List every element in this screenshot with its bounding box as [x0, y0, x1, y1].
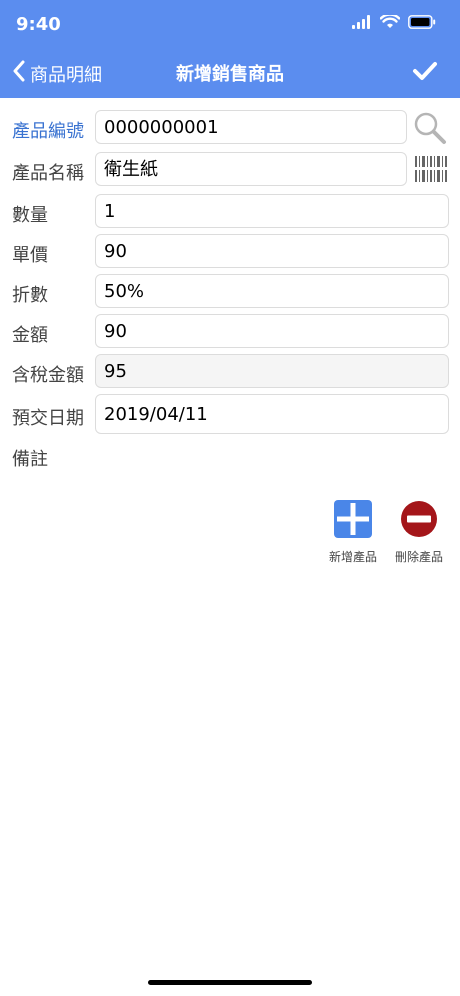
amount-label: 金額	[12, 325, 48, 346]
plus-icon	[334, 500, 372, 542]
unit-price-label: 單價	[12, 245, 48, 266]
row-product-name: 產品名稱 衛生紙	[0, 152, 460, 192]
status-icons	[352, 13, 436, 33]
row-due-date: 預交日期 2019/04/11	[0, 394, 460, 434]
status-time: 9:40	[16, 14, 61, 35]
minus-circle-icon	[400, 501, 438, 542]
amount-with-tax-label: 含稅金額	[12, 365, 84, 386]
checkmark-icon	[412, 62, 438, 86]
search-icon[interactable]	[412, 110, 448, 150]
quantity-label: 數量	[12, 205, 48, 226]
add-product-label: 新增產品	[328, 550, 377, 564]
home-indicator[interactable]	[148, 980, 312, 985]
product-name-label: 產品名稱	[12, 163, 84, 184]
remarks-label: 備註	[12, 449, 48, 470]
amount-with-tax-field: 95	[95, 354, 449, 388]
remarks-field[interactable]	[95, 438, 449, 472]
row-quantity: 數量 1	[0, 194, 460, 234]
product-name-field[interactable]: 衛生紙	[95, 152, 407, 186]
discount-label: 折數	[12, 285, 48, 306]
unit-price-field[interactable]: 90	[95, 234, 449, 268]
due-date-field[interactable]: 2019/04/11	[95, 394, 449, 434]
row-product-code: 產品編號 0000000001	[0, 110, 460, 150]
row-unit-price: 單價 90	[0, 234, 460, 274]
barcode-icon[interactable]	[414, 154, 448, 188]
row-remarks: 備註	[0, 438, 460, 478]
discount-field[interactable]: 50%	[95, 274, 449, 308]
add-product-button[interactable]: 新增產品	[322, 500, 384, 565]
app-header: 9:40 商品明細 新增銷售商品	[0, 0, 460, 98]
delete-product-label: 刪除產品	[394, 550, 443, 564]
row-amount-with-tax: 含稅金額 95	[0, 354, 460, 394]
product-code-label[interactable]: 產品編號	[12, 117, 84, 143]
wifi-icon	[379, 13, 401, 33]
signal-icon	[352, 14, 372, 33]
battery-icon	[408, 14, 436, 33]
delete-product-button[interactable]: 刪除產品	[388, 500, 450, 565]
row-amount: 金額 90	[0, 314, 460, 354]
row-discount: 折數 50%	[0, 274, 460, 314]
product-code-field[interactable]: 0000000001	[95, 110, 407, 144]
due-date-label: 預交日期	[12, 408, 84, 429]
chevron-left-icon	[12, 60, 26, 87]
confirm-button[interactable]	[412, 60, 438, 86]
back-button[interactable]: 商品明細	[12, 60, 102, 87]
back-label: 商品明細	[30, 64, 102, 86]
amount-field[interactable]: 90	[95, 314, 449, 348]
quantity-field[interactable]: 1	[95, 194, 449, 228]
